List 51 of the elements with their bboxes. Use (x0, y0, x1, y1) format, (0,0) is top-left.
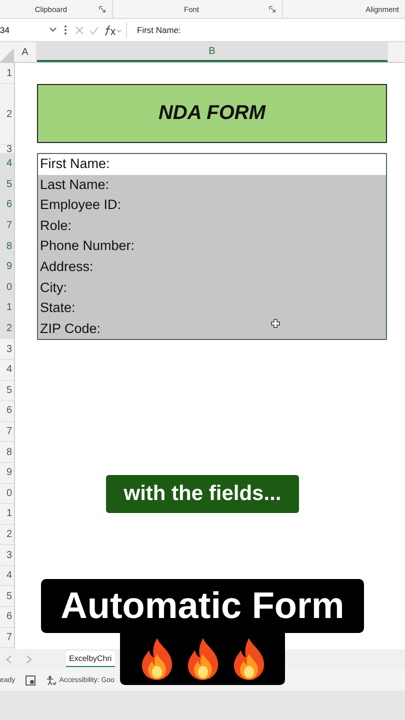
caption: with the fields... (106, 475, 299, 513)
column-header[interactable]: B (37, 42, 388, 62)
accessibility-icon (46, 674, 58, 686)
row-number[interactable]: 2 (0, 84, 14, 145)
row-number[interactable]: 5 (0, 380, 14, 402)
more-icon[interactable] (64, 25, 67, 35)
row-number[interactable]: 0 (0, 278, 14, 298)
form-title: NDA FORM (37, 84, 387, 143)
row-number[interactable]: 2 (0, 524, 14, 546)
row-number[interactable]: 0 (0, 484, 14, 504)
row-number[interactable]: 6 (0, 195, 14, 216)
form-field-cell[interactable]: City: (38, 278, 386, 298)
row-number[interactable]: 8 (0, 236, 14, 257)
form-field-cell[interactable]: Last Name: (38, 174, 386, 196)
row-number[interactable]: 4 (0, 154, 14, 175)
row-number[interactable]: 4 (0, 566, 14, 586)
row-number[interactable]: 2 (0, 318, 14, 340)
row-number[interactable]: 1 (0, 63, 14, 84)
form-field-cell[interactable]: Role: (38, 216, 386, 236)
name-box[interactable]: 34 (0, 22, 60, 38)
cell-cursor-icon (271, 319, 280, 328)
form-field-cell[interactable]: First Name: (38, 154, 386, 175)
form-field-cell[interactable]: Phone Number: (38, 236, 386, 257)
row-number[interactable]: 5 (0, 586, 14, 608)
row-number[interactable]: 3 (0, 545, 14, 566)
check-icon[interactable] (89, 26, 99, 34)
dropdown-icon[interactable] (49, 27, 57, 33)
form-field-cell[interactable]: ZIP Code: (38, 318, 386, 340)
dialog-launcher-icon[interactable] (269, 6, 276, 12)
form-field-cell[interactable]: Address: (38, 256, 386, 278)
sheet-tab[interactable]: ExcelbyChri (66, 651, 115, 667)
row-number[interactable]: 7 (0, 422, 14, 442)
function-icon[interactable] (104, 24, 122, 36)
macro-record-icon[interactable] (25, 674, 36, 686)
dialog-launcher-icon[interactable] (99, 6, 106, 12)
row-number[interactable]: 6 (0, 607, 14, 628)
row-number[interactable]: 7 (0, 216, 14, 236)
form-field-cell[interactable]: Employee ID: (38, 195, 386, 216)
row-number[interactable]: 3 (0, 339, 14, 360)
row-number[interactable]: 5 (0, 174, 14, 196)
row-number[interactable]: 9 (0, 256, 14, 278)
row-number[interactable]: 7 (0, 628, 14, 648)
caption: Automatic Form (41, 579, 364, 633)
row-number[interactable]: 1 (0, 504, 14, 525)
row-number[interactable]: 1 (0, 298, 14, 319)
formula-field[interactable]: First Name: (131, 22, 405, 38)
row-number[interactable]: 8 (0, 442, 14, 463)
row-number[interactable]: 6 (0, 401, 14, 422)
row-number[interactable]: 4 (0, 360, 14, 381)
row-number[interactable]: 9 (0, 462, 14, 484)
form-field-cell[interactable]: State: (38, 298, 386, 319)
